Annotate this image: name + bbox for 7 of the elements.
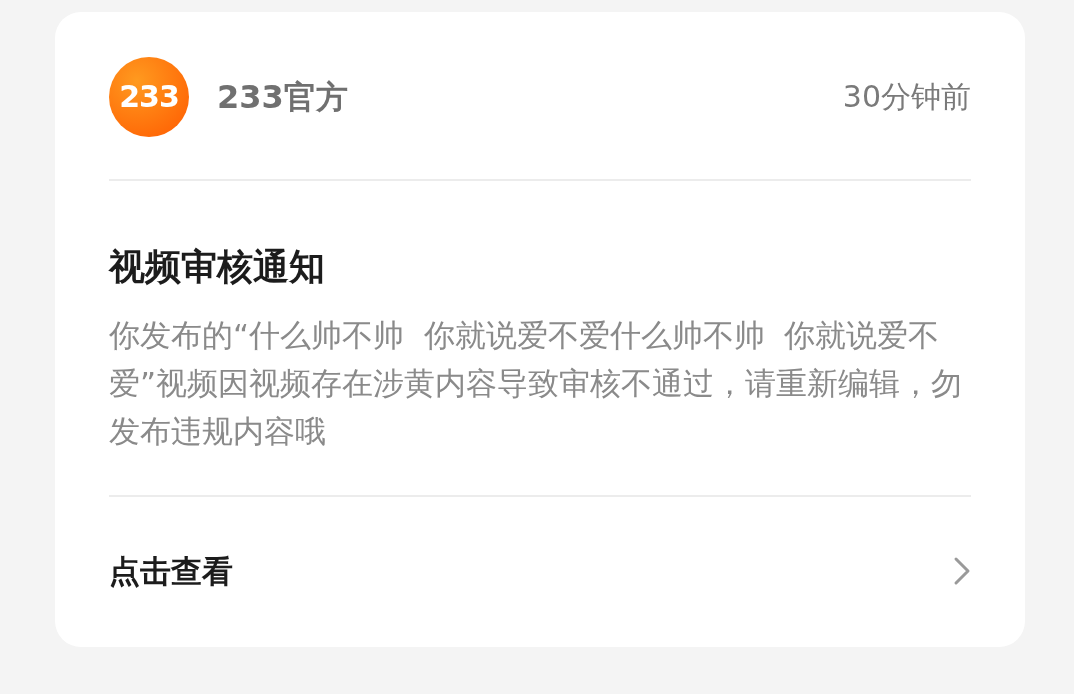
logo: 233 (109, 56, 189, 137)
notice-title: 视频审核通知 (109, 245, 326, 289)
sender-name: 233官方 (217, 76, 348, 118)
notice-body: 你发布的“什么帅不帅 你就说爱不爱什么帅不帅 你就说爱不爱”视频因视频存在涉黄内容导致审核不通过，请重新编辑，勿发布违规内容哦 (109, 316, 964, 451)
chevron-right-icon (953, 556, 971, 586)
timestamp: 30分钟前 (842, 78, 971, 116)
view-details-row[interactable]: 点击查看 (109, 497, 971, 645)
